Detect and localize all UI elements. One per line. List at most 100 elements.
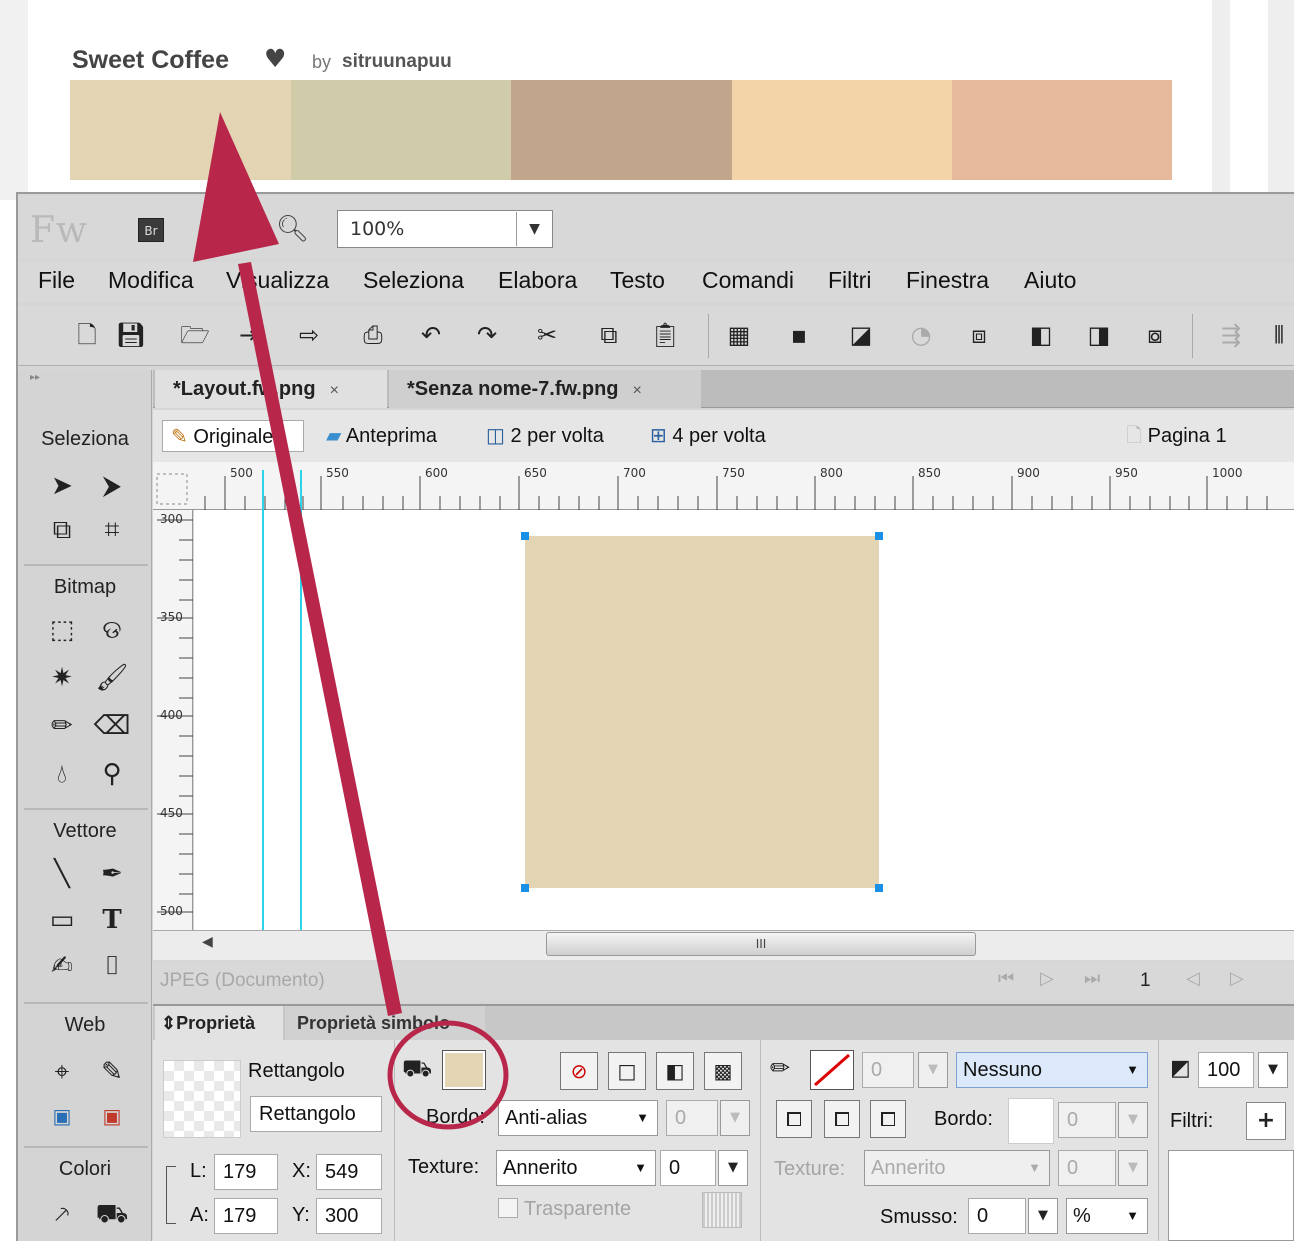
export-icon[interactable]: ⇨: [292, 318, 326, 352]
cut-icon[interactable]: ✂: [530, 318, 564, 352]
chevron-down-icon[interactable]: ▼: [720, 1100, 750, 1136]
y-field[interactable]: 300: [316, 1198, 382, 1234]
view-original-button[interactable]: ✎ Originale: [162, 420, 304, 452]
pointer-tool-icon[interactable]: ➤: [42, 466, 82, 506]
first-frame-icon[interactable]: ⏮: [998, 968, 1014, 989]
play-icon[interactable]: ▷: [1040, 968, 1054, 989]
send-backward-icon[interactable]: ◨: [1082, 318, 1116, 352]
stroke-size-field[interactable]: 0: [862, 1052, 914, 1088]
fill-gradient-button[interactable]: ◧: [656, 1052, 694, 1090]
stroke-color-swatch[interactable]: [810, 1050, 854, 1090]
tab-properties[interactable]: ⇕Proprietà: [155, 1006, 283, 1040]
open-icon[interactable]: 🗁: [178, 318, 212, 352]
palette-title[interactable]: Sweet Coffee: [72, 46, 229, 75]
align-icon[interactable]: ⇶: [1214, 318, 1248, 352]
rubber-stamp-tool-icon[interactable]: ⚲: [92, 754, 132, 794]
palette-swatch[interactable]: [70, 80, 291, 180]
fill-none-button[interactable]: ⊘: [560, 1052, 598, 1090]
combine-icon[interactable]: ◪: [844, 318, 878, 352]
chevron-down-icon[interactable]: ▼: [1258, 1052, 1288, 1088]
blur-tool-icon[interactable]: 💧︎: [42, 754, 82, 794]
subselection-tool-icon[interactable]: ⮞: [92, 466, 132, 506]
chevron-down-icon[interactable]: ▼: [1028, 1198, 1058, 1234]
guide-line[interactable]: [300, 470, 302, 930]
fill-texture-amount[interactable]: 0: [660, 1150, 716, 1186]
stroke-texture-select[interactable]: Annerito ▼: [864, 1150, 1050, 1186]
bridge-icon[interactable]: Br: [138, 218, 164, 242]
zoom-icon[interactable]: 🔍︎: [276, 214, 309, 244]
chevron-down-icon[interactable]: ▼: [1118, 1102, 1148, 1138]
menu-filtri[interactable]: Filtri: [828, 267, 871, 294]
tab-layout-document[interactable]: *Layout.fw.png ×: [155, 370, 387, 408]
selection-handle[interactable]: [521, 884, 529, 892]
line-tool-icon[interactable]: ╲: [42, 854, 82, 894]
knife-tool-icon[interactable]: ⌷: [92, 946, 132, 986]
distribute-icon[interactable]: ⦀: [1262, 318, 1294, 352]
scrollbar-thumb[interactable]: III: [546, 932, 976, 956]
selection-handle[interactable]: [875, 532, 883, 540]
selected-rectangle[interactable]: [525, 536, 879, 888]
show-slices-icon[interactable]: ▣: [92, 1096, 132, 1136]
fill-color-swatch[interactable]: [442, 1050, 486, 1090]
eyedropper-tool-icon[interactable]: ⸕: [42, 1194, 82, 1234]
hide-slices-icon[interactable]: ▣: [42, 1096, 82, 1136]
import-icon[interactable]: ⇥: [232, 318, 266, 352]
pen-tool-icon[interactable]: ✒: [92, 854, 132, 894]
stroke-inside-button[interactable]: ⧠: [776, 1100, 812, 1138]
eraser-tool-icon[interactable]: ⌫: [92, 706, 132, 746]
close-icon[interactable]: ×: [330, 382, 339, 399]
lasso-tool-icon[interactable]: ଡ: [92, 610, 132, 650]
rectangle-tool-icon[interactable]: ▭: [42, 900, 82, 940]
palette-swatch[interactable]: [732, 80, 952, 180]
opacity-field[interactable]: 100: [1198, 1052, 1254, 1088]
constrain-proportions-bracket[interactable]: [166, 1166, 176, 1224]
filters-list[interactable]: [1168, 1150, 1294, 1241]
group-icon[interactable]: ▦: [722, 318, 756, 352]
hotspot-tool-icon[interactable]: ⌖: [42, 1052, 82, 1092]
stroke-category-select[interactable]: Nessuno ▼: [956, 1052, 1148, 1088]
chevron-down-icon[interactable]: ▼: [918, 1052, 948, 1088]
punch-icon[interactable]: ◔: [904, 318, 938, 352]
chevron-down-icon[interactable]: ▼: [718, 1150, 748, 1186]
view-2up-button[interactable]: ◫ 2 per volta: [486, 420, 604, 452]
height-field[interactable]: 179: [214, 1198, 278, 1234]
text-tool-icon[interactable]: T: [92, 900, 132, 940]
object-name-field[interactable]: Rettangolo: [250, 1096, 382, 1132]
copy-icon[interactable]: ⧉: [592, 318, 626, 352]
paste-icon[interactable]: 📋︎: [648, 318, 682, 352]
tab-symbol-properties[interactable]: Proprietà simbolo: [285, 1006, 485, 1040]
rounding-field[interactable]: 0: [968, 1198, 1026, 1234]
menu-visualizza[interactable]: Visualizza: [226, 267, 329, 294]
rounding-unit-select[interactable]: % ▼: [1066, 1198, 1148, 1234]
last-frame-icon[interactable]: ⏭: [1084, 968, 1100, 989]
slice-tool-icon[interactable]: ✎: [92, 1052, 132, 1092]
menu-comandi[interactable]: Comandi: [702, 267, 794, 294]
page-selector[interactable]: 🗋 Pagina 1: [1126, 420, 1227, 452]
redo-icon[interactable]: ↷: [470, 318, 504, 352]
fill-edge-select[interactable]: Anti-alias ▼: [498, 1100, 658, 1136]
palette-swatch[interactable]: [511, 80, 732, 180]
previous-frame-icon[interactable]: ◁: [1186, 968, 1200, 989]
menu-file[interactable]: File: [38, 267, 75, 294]
fill-solid-button[interactable]: □: [608, 1052, 646, 1090]
scroll-left-icon[interactable]: ◀: [202, 934, 213, 950]
menu-elabora[interactable]: Elabora: [498, 267, 577, 294]
fill-pattern-button[interactable]: ▩: [704, 1052, 742, 1090]
menu-aiuto[interactable]: Aiuto: [1024, 267, 1076, 294]
menu-modifica[interactable]: Modifica: [108, 267, 194, 294]
chevron-down-icon[interactable]: ▼: [516, 212, 552, 246]
print-icon[interactable]: ⎙: [356, 318, 390, 352]
stroke-center-button[interactable]: ⧠: [824, 1100, 860, 1138]
stroke-texture-amount[interactable]: 0: [1058, 1150, 1116, 1186]
paint-bucket-tool-icon[interactable]: ⛟: [92, 1194, 132, 1234]
palette-swatch[interactable]: [952, 80, 1172, 180]
close-icon[interactable]: ×: [633, 382, 642, 399]
undo-icon[interactable]: ↶: [414, 318, 448, 352]
bring-forward-icon[interactable]: ◧: [1024, 318, 1058, 352]
fill-texture-select[interactable]: Annerito ▼: [496, 1150, 656, 1186]
chevron-down-icon[interactable]: ▼: [1118, 1150, 1148, 1186]
heart-icon[interactable]: ♥: [264, 44, 286, 73]
magic-wand-tool-icon[interactable]: ✷: [42, 658, 82, 698]
guide-line[interactable]: [262, 470, 264, 930]
menu-seleziona[interactable]: Seleziona: [363, 267, 464, 294]
